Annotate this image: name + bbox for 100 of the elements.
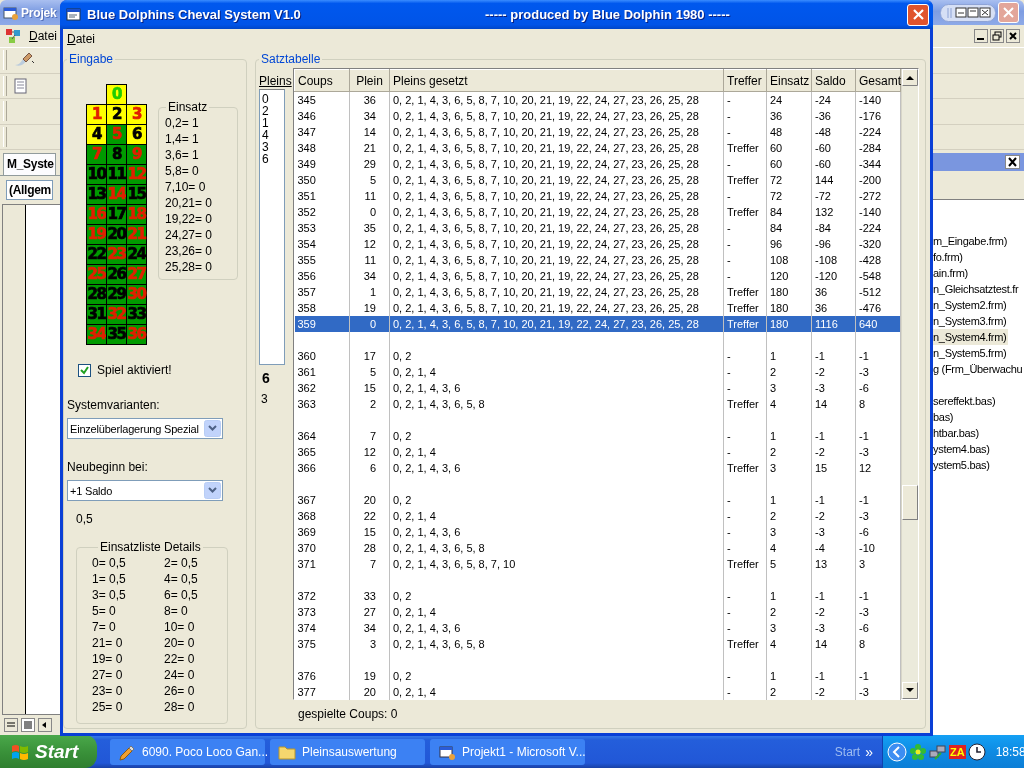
table-cell[interactable]: 34 xyxy=(349,620,390,636)
table-cell[interactable]: 0, 2, 1, 4, 3, 6, 5, 8, 7, 10, 20, 21, 19, 22, 24, 27, 23, 26, 25, 28 xyxy=(389,188,724,204)
column-header[interactable]: Coups xyxy=(294,69,350,92)
table-cell[interactable]: Treffer xyxy=(723,140,767,156)
table-cell[interactable]: -48 xyxy=(811,124,856,140)
table-cell[interactable]: 14 xyxy=(349,124,390,140)
table-cell[interactable]: -224 xyxy=(855,124,901,140)
table-cell[interactable]: 0, 2, 1, 4, 3, 6, 5, 8, 7, 10 xyxy=(389,556,724,572)
table-cell[interactable]: 366 xyxy=(294,460,350,476)
clock-icon[interactable] xyxy=(967,742,986,761)
close-button[interactable] xyxy=(907,3,929,26)
table-cell[interactable]: - xyxy=(723,428,767,444)
table-cell[interactable]: 3 xyxy=(766,380,812,396)
table-cell[interactable]: - xyxy=(723,668,767,684)
table-cell[interactable]: 1116 xyxy=(811,316,856,332)
column-header[interactable]: Pleins gesetzt xyxy=(389,69,724,92)
table-cell[interactable]: 367 xyxy=(294,492,350,508)
table-cell[interactable]: 364 xyxy=(294,428,350,444)
code-tab[interactable]: M_Syste xyxy=(3,153,56,175)
table-cell[interactable]: 0, 2, 1, 4, 3, 6 xyxy=(389,620,724,636)
table-cell[interactable]: 14 xyxy=(811,396,856,412)
roulette-number[interactable]: 24 xyxy=(126,244,147,265)
table-cell[interactable]: 353 xyxy=(294,220,350,236)
table-cell[interactable]: -1 xyxy=(855,668,901,684)
tree-item[interactable]: ain.frm) xyxy=(933,265,970,281)
table-cell[interactable]: 0 xyxy=(349,204,390,220)
table-cell[interactable]: 13 xyxy=(811,556,856,572)
table-cell[interactable]: 14 xyxy=(811,636,856,652)
flower-icon[interactable] xyxy=(909,742,927,761)
table-cell[interactable]: 352 xyxy=(294,204,350,220)
table-cell[interactable]: 368 xyxy=(294,508,350,524)
table-cell[interactable]: -1 xyxy=(811,668,856,684)
table-cell[interactable]: 15 xyxy=(349,524,390,540)
tree-item[interactable]: n_System4.frm) xyxy=(933,329,1009,345)
table-cell[interactable]: -3 xyxy=(811,380,856,396)
table-cell[interactable]: -1 xyxy=(811,588,856,604)
chevron-left-icon[interactable] xyxy=(887,741,907,762)
table-cell[interactable]: - xyxy=(723,188,767,204)
table-cell[interactable]: 20 xyxy=(349,492,390,508)
list-item[interactable]: 3 xyxy=(262,141,284,153)
table-cell[interactable]: 4 xyxy=(766,540,812,556)
table-cell[interactable]: 373 xyxy=(294,604,350,620)
table-cell[interactable]: 2 xyxy=(766,604,812,620)
table-cell[interactable]: 36 xyxy=(811,284,856,300)
table-cell[interactable]: -24 xyxy=(811,91,856,108)
table-cell[interactable]: - xyxy=(723,220,767,236)
table-cell[interactable]: -6 xyxy=(855,380,901,396)
table-cell[interactable]: - xyxy=(723,620,767,636)
table-cell[interactable]: - xyxy=(723,252,767,268)
table-cell[interactable]: Treffer xyxy=(723,284,767,300)
table-cell[interactable]: -224 xyxy=(855,220,901,236)
table-cell[interactable]: -140 xyxy=(855,204,901,220)
table-cell[interactable]: 377 xyxy=(294,684,350,700)
table-cell[interactable]: 0, 2 xyxy=(389,492,724,508)
table-cell[interactable]: 17 xyxy=(349,348,390,364)
table-cell[interactable]: 35 xyxy=(349,220,390,236)
table-cell[interactable]: -96 xyxy=(811,236,856,252)
table-cell[interactable]: 180 xyxy=(766,284,812,300)
table-cell[interactable]: - xyxy=(723,508,767,524)
list-item[interactable]: 4 xyxy=(262,129,284,141)
table-cell[interactable]: 350 xyxy=(294,172,350,188)
table-cell[interactable]: 84 xyxy=(766,204,812,220)
table-cell[interactable]: 365 xyxy=(294,444,350,460)
table-cell[interactable]: - xyxy=(723,604,767,620)
checkbox-label[interactable]: Spiel aktiviert! xyxy=(97,363,172,377)
table-cell[interactable]: -1 xyxy=(855,492,901,508)
table-cell[interactable]: 375 xyxy=(294,636,350,652)
table-cell[interactable]: -120 xyxy=(811,268,856,284)
table-cell[interactable]: 359 xyxy=(294,316,350,332)
table-cell[interactable]: -1 xyxy=(855,588,901,604)
table-cell[interactable]: 0, 2 xyxy=(389,588,724,604)
table-cell[interactable]: 34 xyxy=(349,268,390,284)
table-cell[interactable]: 0, 2 xyxy=(389,668,724,684)
table-cell[interactable]: -3 xyxy=(855,508,901,524)
table-cell[interactable]: 22 xyxy=(349,508,390,524)
table-cell[interactable]: -72 xyxy=(811,188,856,204)
tree-item[interactable]: ystem4.bas) xyxy=(933,441,992,457)
table-cell[interactable]: 351 xyxy=(294,188,350,204)
roulette-number[interactable]: 3 xyxy=(126,104,147,125)
table-cell[interactable]: -2 xyxy=(811,684,856,700)
table-cell[interactable]: -284 xyxy=(855,140,901,156)
table-cell[interactable]: - xyxy=(723,364,767,380)
taskbar-button[interactable]: Projekt1 - Microsoft V... xyxy=(430,738,585,765)
tree-item[interactable]: n_System5.frm) xyxy=(933,345,1009,361)
procedure-view-icon[interactable] xyxy=(4,718,18,732)
table-cell[interactable]: Treffer xyxy=(723,396,767,412)
table-cell[interactable]: -2 xyxy=(811,604,856,620)
table-cell[interactable]: 372 xyxy=(294,588,350,604)
dropdown[interactable]: +1 Saldo xyxy=(67,480,223,501)
start-button[interactable]: Start xyxy=(0,735,97,768)
table-cell[interactable]: 361 xyxy=(294,364,350,380)
scroll-left-icon[interactable] xyxy=(38,718,52,732)
list-item[interactable]: 2 xyxy=(262,105,284,117)
tree-item[interactable]: bas) xyxy=(933,409,956,425)
list-item[interactable]: 6 xyxy=(262,153,284,165)
table-cell[interactable]: Treffer xyxy=(723,172,767,188)
table-cell[interactable]: - xyxy=(723,524,767,540)
table-cell[interactable]: - xyxy=(723,236,767,252)
tree-item[interactable]: sereffekt.bas) xyxy=(933,393,998,409)
table-cell[interactable]: 34 xyxy=(349,108,390,124)
